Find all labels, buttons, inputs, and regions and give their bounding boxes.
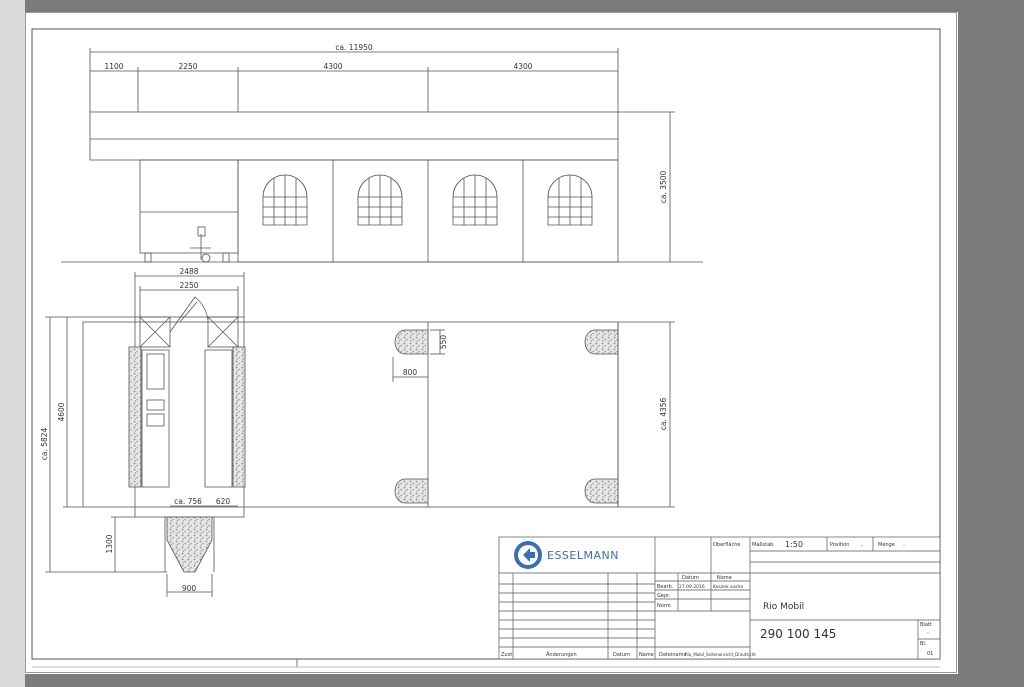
- viewer-left-strip: [0, 0, 25, 687]
- drawing-number: 290 100 145: [760, 627, 836, 641]
- value-file-name: Rio_Mobil_Seitenansicht_Draufsicht: [685, 652, 756, 657]
- label-quantity: Menge: [878, 542, 895, 548]
- dim-seg2: 2250: [178, 62, 197, 71]
- dim-seg4: 4300: [513, 62, 532, 71]
- weight-bases: [394, 329, 619, 504]
- dim-total-depth: ca. 5824: [40, 427, 49, 460]
- label-surface: Oberfläche: [713, 542, 740, 548]
- label-name: Name: [717, 575, 732, 581]
- dim-tent-depth: ca. 4356: [659, 397, 668, 430]
- dim-base-width: 800: [403, 368, 418, 377]
- label-sheet: Blatt: [920, 622, 932, 628]
- value-sheet-no: -: [927, 630, 929, 636]
- value-quantity: -: [903, 543, 905, 549]
- dim-counter-left: ca. 756: [174, 497, 202, 506]
- side-view: [61, 48, 703, 263]
- label-checked: Gepr.: [657, 593, 671, 599]
- label-date: Datum: [682, 575, 699, 581]
- dim-total-length: ca. 11950: [335, 43, 373, 52]
- dim-vehicle-outer-width: 2488: [179, 267, 198, 276]
- value-sheet-total: 01: [927, 651, 933, 657]
- dim-height: ca. 3500: [659, 170, 668, 203]
- drawing-title: Rio Mobil: [763, 602, 804, 612]
- value-scale: 1:50: [785, 540, 803, 549]
- label-status: Zust.: [501, 652, 514, 658]
- arched-windows: [262, 174, 593, 226]
- label-date-2: Datum: [613, 652, 630, 658]
- value-position: -: [861, 543, 863, 549]
- dim-seg1: 1100: [104, 62, 123, 71]
- value-drawn-by: Koszek sasha: [713, 584, 743, 590]
- drawing-sheet: ca. 11950 1100 2250 4300 4300 ca. 3500 2…: [25, 12, 958, 674]
- dim-counter-right: 620: [216, 497, 231, 506]
- viewer-top-strip: [25, 0, 1024, 12]
- value-drawn-date: 27.09.2016: [679, 584, 705, 590]
- label-norm: Norm: [657, 603, 671, 609]
- label-drawn: Bearb.: [657, 584, 674, 590]
- dim-base-depth: 550: [439, 335, 448, 350]
- technical-drawing: ca. 11950 1100 2250 4300 4300 ca. 3500 2…: [25, 12, 957, 673]
- label-changes: Änderungen: [546, 651, 577, 658]
- label-name-2: Name: [639, 652, 654, 658]
- dim-drawbar-length: 1300: [105, 534, 114, 553]
- dim-seg3: 4300: [323, 62, 342, 71]
- label-position: Position: [830, 542, 849, 548]
- label-file-name: Dateiname: [659, 652, 687, 658]
- dim-vehicle-inner-width: 2250: [179, 281, 198, 290]
- dim-vehicle-depth: 4600: [57, 402, 66, 421]
- label-scale: Maßstab: [752, 542, 773, 548]
- dim-drawbar-width: 900: [182, 584, 197, 593]
- label-of: Bl.: [920, 641, 927, 647]
- logo-text: ESSELMANN: [547, 549, 619, 562]
